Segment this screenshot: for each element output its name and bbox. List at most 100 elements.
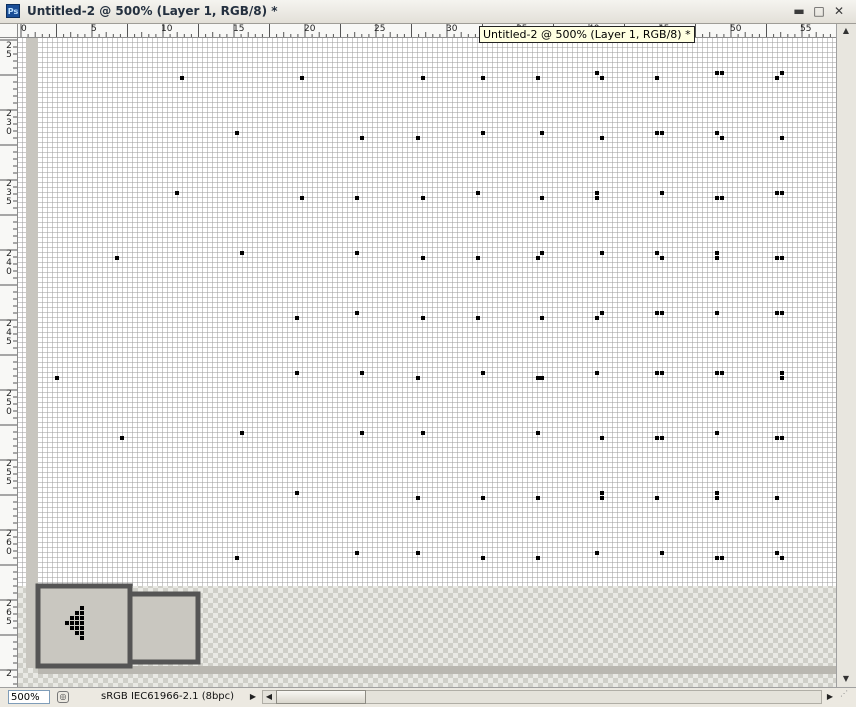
black-pixel: [70, 616, 74, 620]
black-pixel: [360, 371, 364, 375]
ruler-label: 15: [233, 24, 245, 34]
ruler-label: 30: [446, 24, 458, 34]
ruler-label: 0: [21, 24, 27, 34]
black-pixel: [481, 76, 485, 80]
ruler-label: 235: [6, 179, 12, 207]
black-pixel: [660, 311, 664, 315]
document-title-bar[interactable]: Ps Untitled-2 @ 500% (Layer 1, RGB/8) * …: [0, 0, 856, 24]
black-pixel: [780, 376, 784, 380]
black-pixel: [120, 436, 124, 440]
black-pixel: [780, 311, 784, 315]
black-pixel: [595, 191, 599, 195]
scroll-left-button[interactable]: ◀: [263, 690, 275, 704]
vertical-scrollbar[interactable]: ▲ ▼: [836, 24, 856, 687]
black-pixel: [295, 316, 299, 320]
black-pixel: [355, 311, 359, 315]
ruler-label: 25: [6, 41, 12, 60]
ruler-label: 50: [730, 24, 742, 34]
black-pixel: [536, 431, 540, 435]
black-pixel: [720, 556, 724, 560]
ruler-label: 10: [161, 24, 173, 34]
document-canvas[interactable]: [18, 38, 836, 687]
black-pixel: [416, 136, 420, 140]
black-pixel: [595, 316, 599, 320]
black-pixel: [355, 251, 359, 255]
maximize-button[interactable]: □: [810, 3, 828, 20]
black-pixel: [660, 131, 664, 135]
scroll-right-button[interactable]: ▶: [824, 690, 836, 704]
black-pixel: [481, 131, 485, 135]
title-tooltip: Untitled-2 @ 500% (Layer 1, RGB/8) *: [479, 26, 695, 43]
black-pixel: [655, 311, 659, 315]
black-pixel: [240, 431, 244, 435]
black-pixel: [476, 256, 480, 260]
black-pixel: [80, 611, 84, 615]
black-pixel: [540, 251, 544, 255]
minimize-button[interactable]: ▬: [790, 3, 808, 20]
black-pixel: [55, 376, 59, 380]
black-pixel: [481, 496, 485, 500]
black-pixel: [715, 131, 719, 135]
black-pixel: [595, 71, 599, 75]
photoshop-icon: Ps: [6, 4, 20, 18]
ruler-label: 240: [6, 249, 12, 277]
close-button[interactable]: ✕: [830, 3, 848, 20]
vertical-ruler[interactable]: 25 230 235 240 245 250 255 260 265 2: [0, 38, 18, 687]
ruler-label: 245: [6, 319, 12, 347]
black-pixel: [780, 256, 784, 260]
black-pixel: [536, 256, 540, 260]
ruler-label: 20: [304, 24, 316, 34]
black-pixel: [720, 196, 724, 200]
document-info-icon[interactable]: ◎: [57, 691, 69, 703]
black-pixel: [421, 196, 425, 200]
black-pixel: [421, 431, 425, 435]
black-pixel: [421, 256, 425, 260]
status-bar: 500% ◎ sRGB IEC61966-2.1 (8bpc) ▶ ◀ ▶: [0, 687, 856, 707]
pixel-grid[interactable]: [18, 38, 836, 687]
black-pixel: [70, 621, 74, 625]
black-pixel: [655, 76, 659, 80]
black-pixel: [655, 436, 659, 440]
black-pixel: [600, 251, 604, 255]
black-pixel: [295, 491, 299, 495]
black-pixel: [600, 496, 604, 500]
black-pixel: [660, 371, 664, 375]
horizontal-scroll-thumb[interactable]: [276, 690, 366, 704]
black-pixel: [536, 376, 540, 380]
black-pixel: [416, 496, 420, 500]
black-pixel: [715, 431, 719, 435]
black-pixel: [780, 371, 784, 375]
black-pixel: [660, 191, 664, 195]
status-menu-arrow[interactable]: ▶: [247, 690, 259, 704]
black-pixel: [300, 196, 304, 200]
black-pixel: [175, 191, 179, 195]
black-pixel: [295, 371, 299, 375]
zoom-level-field[interactable]: 500%: [8, 690, 50, 704]
horizontal-ruler-ticks: [20, 24, 831, 37]
black-pixel: [536, 556, 540, 560]
black-pixel: [720, 71, 724, 75]
black-pixel: [715, 491, 719, 495]
black-pixel: [720, 136, 724, 140]
black-pixel: [715, 371, 719, 375]
scroll-up-button[interactable]: ▲: [837, 24, 855, 38]
black-pixel: [80, 636, 84, 640]
ruler-label: 2: [6, 669, 12, 679]
black-pixel: [115, 256, 119, 260]
ruler-label: 55: [800, 24, 812, 34]
black-pixel: [775, 191, 779, 195]
black-pixel: [416, 376, 420, 380]
black-pixel: [75, 631, 79, 635]
black-pixel: [600, 136, 604, 140]
ruler-origin-corner[interactable]: [0, 24, 18, 38]
resize-grip-icon[interactable]: ⋰: [840, 689, 854, 705]
black-pixel: [360, 431, 364, 435]
black-pixel: [775, 76, 779, 80]
ruler-label: 5: [91, 24, 97, 34]
scroll-down-button[interactable]: ▼: [837, 672, 855, 686]
black-pixel: [536, 76, 540, 80]
black-pixel: [80, 626, 84, 630]
black-pixel: [536, 496, 540, 500]
black-pixel: [180, 76, 184, 80]
horizontal-ruler[interactable]: 0 5 10 15 20 25 30 35 40 45 50 55: [18, 24, 836, 38]
